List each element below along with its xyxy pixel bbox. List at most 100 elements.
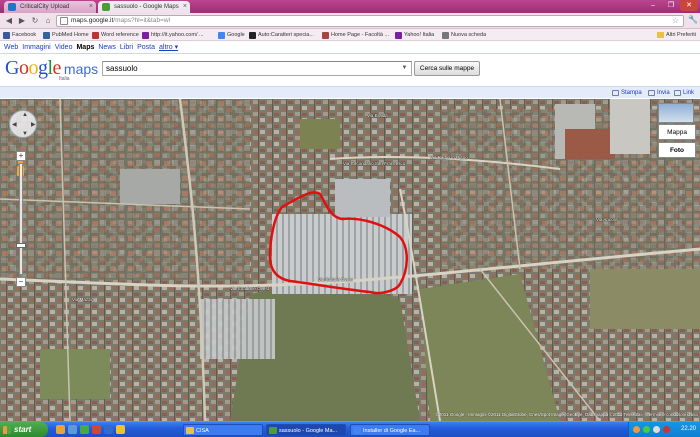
- tab-label: CriticalCity Upload: [20, 4, 70, 10]
- url-host: maps.google.it: [71, 17, 114, 24]
- pan-control[interactable]: ▲ ▼ ◀ ▶: [9, 110, 37, 138]
- print-link[interactable]: Stampa: [612, 88, 642, 98]
- forward-icon[interactable]: ▶: [16, 15, 28, 27]
- favicon-icon: [8, 3, 16, 11]
- bookmark-label: PubMed Home: [52, 32, 89, 38]
- minimize-icon[interactable]: –: [644, 0, 662, 11]
- satellite-imagery: [0, 99, 700, 421]
- nav-altro[interactable]: altro ▾: [159, 43, 178, 52]
- favicon-icon: [102, 3, 110, 11]
- bookmark-caratteri[interactable]: Auto:Caratteri specia...: [249, 30, 314, 40]
- pan-down-icon[interactable]: ▼: [22, 131, 28, 137]
- pan-up-icon[interactable]: ▲: [22, 112, 28, 118]
- bookmark-label: Nuova scheda: [451, 32, 487, 38]
- quicklaunch-explorer-icon[interactable]: [56, 425, 65, 434]
- bookmark-yahoo-italia[interactable]: Yahoo! Italia: [395, 30, 434, 40]
- bookmark-wordreference[interactable]: Word reference: [92, 30, 139, 40]
- pubmed-icon: [43, 32, 50, 39]
- search-button[interactable]: Cerca sulle mappe: [414, 61, 480, 76]
- bookmark-nuova-scheda[interactable]: Nuova scheda: [442, 30, 486, 40]
- tab-label: sassuolo - Google Maps: [114, 4, 179, 10]
- google-nav: Web Immagini Video Maps News Libri Posta…: [4, 43, 178, 52]
- close-tab-icon[interactable]: ×: [89, 1, 93, 13]
- search-dropdown-icon[interactable]: ▼: [398, 62, 411, 75]
- quicklaunch-app-icon[interactable]: [92, 425, 101, 434]
- zoom-handle[interactable]: [16, 243, 26, 248]
- mail-icon: [648, 90, 655, 96]
- windows-logo-icon: [3, 426, 11, 434]
- reload-icon[interactable]: ↻: [29, 15, 41, 27]
- map-copyright: ©2011 Google - Immagini ©2011 DigitalGlo…: [435, 412, 698, 417]
- pan-right-icon[interactable]: ▶: [31, 121, 36, 128]
- other-bookmarks[interactable]: Altri Preferiti: [657, 30, 696, 40]
- chrome-icon: [269, 427, 277, 434]
- back-icon[interactable]: ◀: [3, 15, 15, 27]
- tab-criticalcity[interactable]: CriticalCity Upload ×: [4, 1, 96, 13]
- nav-posta[interactable]: Posta: [137, 43, 155, 52]
- print-icon: [612, 90, 619, 96]
- quicklaunch-desktop-icon[interactable]: [104, 425, 113, 434]
- nav-immagini[interactable]: Immagini: [22, 43, 50, 52]
- address-bar[interactable]: maps.google.it/maps?hl=it&tab=wl ☆: [56, 15, 684, 27]
- clock: 22.20: [680, 426, 696, 432]
- map-type-thumbnail[interactable]: [658, 103, 694, 123]
- bookmark-facolta[interactable]: Home Page - Facoltà ...: [322, 30, 389, 40]
- google-maps-logo[interactable]: Google maps: [5, 58, 98, 79]
- window-controls: – ❐ ✕: [644, 0, 698, 12]
- zoom-in-button[interactable]: +: [16, 151, 26, 161]
- bookmark-yahoo-url[interactable]: http://it.yahoo.com/ ...: [142, 30, 204, 40]
- url-path: /maps?hl=it&tab=wl: [113, 17, 171, 24]
- bookmark-star-icon[interactable]: ☆: [672, 16, 679, 26]
- bookmark-label: http://it.yahoo.com/ ...: [151, 32, 204, 38]
- tab-google-maps[interactable]: sassuolo - Google Maps ×: [98, 1, 190, 13]
- map-canvas[interactable]: Via Circondario San Francesco Via Statal…: [0, 99, 700, 421]
- bookmark-label: Google: [227, 32, 245, 38]
- chain-link-icon: [674, 90, 681, 96]
- tray-icon[interactable]: [643, 426, 650, 433]
- task-google-earth-installer[interactable]: Installer di Google Ea...: [350, 424, 430, 436]
- task-cisa[interactable]: CISA: [183, 424, 263, 436]
- yahoo-icon: [142, 32, 149, 39]
- nav-video[interactable]: Video: [55, 43, 73, 52]
- bookmark-pubmed[interactable]: PubMed Home: [43, 30, 89, 40]
- wordreference-icon: [92, 32, 99, 39]
- tray-icon[interactable]: [633, 426, 640, 433]
- home-icon[interactable]: ⌂: [42, 15, 54, 27]
- wrench-menu-icon[interactable]: 🔧: [688, 15, 698, 24]
- zoom-slider[interactable]: + −: [16, 151, 26, 287]
- quicklaunch-chrome-icon[interactable]: [80, 425, 89, 434]
- bookmark-facebook[interactable]: Facebook: [3, 30, 36, 40]
- folder-icon: [657, 32, 665, 38]
- bookmarks-bar: Facebook PubMed Home Word reference http…: [0, 29, 700, 41]
- search-input[interactable]: [102, 61, 412, 76]
- installer-icon: [353, 427, 361, 434]
- zoom-out-button[interactable]: −: [16, 277, 26, 287]
- maptype-foto-button[interactable]: Foto: [658, 142, 696, 158]
- quicklaunch-ie-icon[interactable]: [68, 425, 77, 434]
- bookmark-label: Altri Preferiti: [666, 32, 696, 38]
- divider: [0, 53, 700, 54]
- link-link[interactable]: Link: [674, 88, 694, 98]
- street-label: Via Ancora: [596, 217, 618, 222]
- nav-web[interactable]: Web: [4, 43, 18, 52]
- nav-news[interactable]: News: [98, 43, 116, 52]
- nav-libri[interactable]: Libri: [120, 43, 133, 52]
- maximize-icon[interactable]: ❐: [662, 0, 680, 11]
- bookmark-google[interactable]: Google: [218, 30, 245, 40]
- pan-left-icon[interactable]: ◀: [12, 121, 17, 128]
- volume-icon[interactable]: [653, 426, 660, 433]
- bookmark-label: Home Page - Facoltà ...: [331, 32, 390, 38]
- task-google-maps[interactable]: sassuolo - Google Ma...: [266, 424, 346, 436]
- map-type-controls: Mappa Foto: [658, 103, 696, 158]
- quicklaunch-folder-icon[interactable]: [116, 425, 125, 434]
- close-tab-icon[interactable]: ×: [183, 1, 187, 13]
- antivirus-icon[interactable]: [663, 426, 670, 433]
- taskbar: start CISA sassuolo - Google Ma... Insta…: [0, 421, 700, 437]
- yahoo-icon: [395, 32, 402, 39]
- send-link[interactable]: Invia: [648, 88, 670, 98]
- close-window-icon[interactable]: ✕: [680, 0, 698, 11]
- start-button[interactable]: start: [0, 422, 48, 437]
- maptype-mappa-button[interactable]: Mappa: [658, 124, 696, 140]
- zoom-track[interactable]: [19, 163, 23, 275]
- bookmark-label: Word reference: [101, 32, 139, 38]
